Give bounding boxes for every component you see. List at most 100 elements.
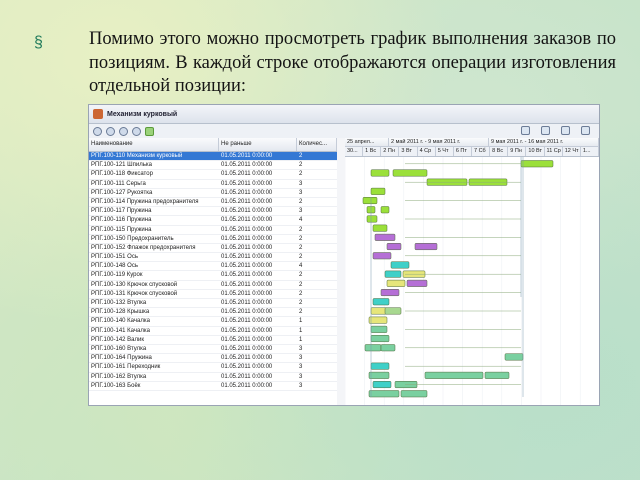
gantt-bar[interactable] (370, 362, 390, 370)
gantt-bar[interactable] (372, 298, 390, 306)
gantt-bar[interactable] (368, 316, 388, 324)
table-row[interactable]: РПГ.100-117 Пружина 01.05.2011 0:00:00 3 (89, 207, 337, 217)
cell-date: 01.05.2011 0:00:00 (221, 162, 273, 169)
gantt-bar[interactable] (386, 279, 406, 287)
cell-qty: 2 (299, 300, 303, 306)
gantt-week-label: 9 мая 2011 г. - 16 мая 2011 г. (489, 138, 599, 146)
gantt-day-label: 3 Вт (399, 147, 418, 156)
cell-qty: 3 (299, 364, 303, 371)
gantt-bar[interactable] (384, 307, 402, 315)
table-row[interactable]: РПГ.100-130 Крючок спусковой 01.05.2011 0… (89, 281, 337, 290)
table-row[interactable]: РПГ.100-110 Механизм курковый 01.05.2011 … (89, 152, 337, 162)
gantt-bar[interactable] (392, 169, 428, 177)
gantt-bar[interactable] (372, 252, 392, 260)
gantt-bar[interactable] (386, 243, 402, 251)
gantt-bar[interactable] (370, 187, 386, 195)
cell-name: РПГ.100-116 Пружина (91, 217, 152, 224)
table-row[interactable]: РПГ.100-161 Переходник 01.05.2011 0:00:00… (89, 363, 337, 373)
table-row[interactable]: РПГ.100-152 Флажок предохранителя 01.05.2… (89, 244, 337, 254)
gantt-bar[interactable] (366, 215, 378, 223)
gantt-bar[interactable] (520, 160, 554, 168)
cell-date: 01.05.2011 0:00:00 (221, 226, 273, 233)
gantt-bar[interactable] (504, 353, 524, 361)
window-title: Механизм курковый (107, 110, 178, 118)
table-row[interactable]: РПГ.100-140 Качалка 01.05.2011 0:00:00 1 (89, 317, 337, 327)
cell-date: 01.05.2011 0:00:00 (221, 281, 273, 288)
cell-qty: 2 (299, 254, 303, 261)
cell-date: 01.05.2011 0:00:00 (221, 345, 273, 352)
gantt-bar[interactable] (424, 371, 484, 379)
table-row[interactable]: РПГ.100-128 Крышка 01.05.2011 0:00:00 2 (89, 308, 337, 318)
cell-name: РПГ.100-140 Качалка (91, 318, 150, 325)
table-row[interactable]: РПГ.100-151 Ось 01.05.2011 0:00:00 2 (89, 253, 337, 263)
table-row[interactable]: РПГ.100-115 Пружина 01.05.2011 0:00:00 2 (89, 226, 337, 235)
gantt-bar[interactable] (484, 371, 510, 379)
table-row[interactable]: РПГ.100-127 Рукоятка 01.05.2011 0:00:00 3 (89, 189, 337, 198)
gantt-bar[interactable] (370, 335, 390, 343)
zoom-in-icon[interactable] (93, 126, 102, 136)
gantt-bar[interactable] (406, 279, 428, 287)
gantt-day-label: 1 Вс (363, 147, 382, 156)
view-icon[interactable] (561, 126, 570, 135)
cell-qty: 2 (299, 281, 303, 288)
move-down-icon[interactable] (132, 126, 141, 136)
cell-name: РПГ.100-127 Рукоятка (91, 189, 153, 196)
cell-name: РПГ.100-164 Пружина (91, 355, 152, 362)
cell-qty: 3 (299, 382, 303, 389)
cell-date: 01.05.2011 0:00:00 (221, 355, 273, 362)
zoom-out-icon[interactable] (106, 126, 115, 136)
cell-date: 01.05.2011 0:00:00 (221, 336, 273, 343)
table-row[interactable]: РПГ.100-164 Пружина 01.05.2011 0:00:00 3 (89, 354, 337, 364)
gantt-bar[interactable] (362, 197, 378, 205)
col-date-header[interactable]: Не раньше (219, 138, 297, 151)
cell-qty: 1 (299, 318, 303, 325)
gantt-bar[interactable] (370, 325, 388, 333)
table-row[interactable]: РПГ.100-150 Предохранитель 01.05.2011 0:0… (89, 235, 337, 244)
gantt-bar[interactable] (400, 390, 428, 398)
cell-date: 01.05.2011 0:00:00 (221, 272, 273, 279)
gantt-bar[interactable] (372, 224, 388, 232)
gantt-bar[interactable] (364, 344, 382, 352)
cell-qty: 2 (299, 226, 303, 233)
move-up-icon[interactable] (119, 126, 128, 136)
gantt-bar[interactable] (380, 206, 390, 214)
table-row[interactable]: РПГ.100-114 Пружина предохранителя 01.05.… (89, 198, 337, 208)
gantt-bar[interactable] (368, 390, 400, 398)
cell-name: РПГ.100-130 Крючок спусковой (91, 281, 178, 288)
gantt-bar[interactable] (368, 371, 390, 379)
table-row[interactable]: РПГ.100-142 Валик 01.05.2011 0:00:00 1 (89, 336, 337, 345)
col-name-header[interactable]: Наименование (89, 138, 219, 151)
gantt-bar[interactable] (414, 243, 438, 251)
gantt-bar[interactable] (380, 289, 400, 297)
gantt-day-label: 5 Чт (436, 147, 454, 156)
gantt-bar[interactable] (372, 381, 392, 389)
gantt-bar[interactable] (370, 169, 390, 177)
table-row[interactable]: РПГ.100-121 Шпилька 01.05.2011 0:00:00 2 (89, 161, 337, 171)
table-row[interactable]: РПГ.100-111 Серьга 01.05.2011 0:00:00 3 (89, 180, 337, 189)
gantt-bar[interactable] (374, 233, 396, 241)
gantt-bar[interactable] (380, 344, 396, 352)
reload-icon[interactable] (581, 126, 590, 135)
table-row[interactable]: РПГ.100-131 Крючок спусковой 01.05.2011 0… (89, 290, 337, 299)
cell-qty: 3 (299, 180, 303, 187)
table-row[interactable]: РПГ.100-118 Фиксатор 01.05.2011 0:00:00 2 (89, 170, 337, 180)
table-row[interactable]: РПГ.100-116 Пружина 01.05.2011 0:00:00 4 (89, 216, 337, 226)
cell-name: РПГ.100-117 Пружина (91, 208, 152, 215)
gantt-day-header: 30... 1 Вс 2 Пн 3 Вт 4 Ср 5 Чт 6 Пт 7 Сб 8 Вс 9 П… (345, 147, 599, 157)
gantt-bar[interactable] (370, 307, 388, 315)
table-row[interactable]: РПГ.100-132 Втулка 01.05.2011 0:00:00 2 (89, 299, 337, 309)
table-row[interactable]: РПГ.100-119 Курок 01.05.2011 0:00:00 2 (89, 271, 337, 281)
cell-date: 01.05.2011 0:00:00 (221, 180, 273, 187)
table-row[interactable]: РПГ.100-162 Втулка 01.05.2011 0:00:00 3 (89, 373, 337, 382)
calendar-icon[interactable] (541, 126, 550, 135)
refresh-icon[interactable] (145, 126, 154, 136)
table-row[interactable]: РПГ.100-160 Втулка 01.05.2011 0:00:00 3 (89, 345, 337, 355)
col-qty-header[interactable]: Количес... (297, 138, 337, 151)
table-row[interactable]: РПГ.100-163 Боёк 01.05.2011 0:00:00 3 (89, 382, 337, 391)
print-icon[interactable] (521, 126, 530, 135)
gantt-bar[interactable] (390, 261, 410, 269)
gantt-chart: 25 апрел... 2 май 2011 г. - 9 мая 2011 г.… (344, 138, 599, 405)
table-row[interactable]: РПГ.100-148 Ось 01.05.2011 0:00:00 4 (89, 262, 337, 272)
table-row[interactable]: РПГ.100-141 Качалка 01.05.2011 0:00:00 1 (89, 327, 337, 336)
gantt-bar[interactable] (384, 270, 402, 278)
